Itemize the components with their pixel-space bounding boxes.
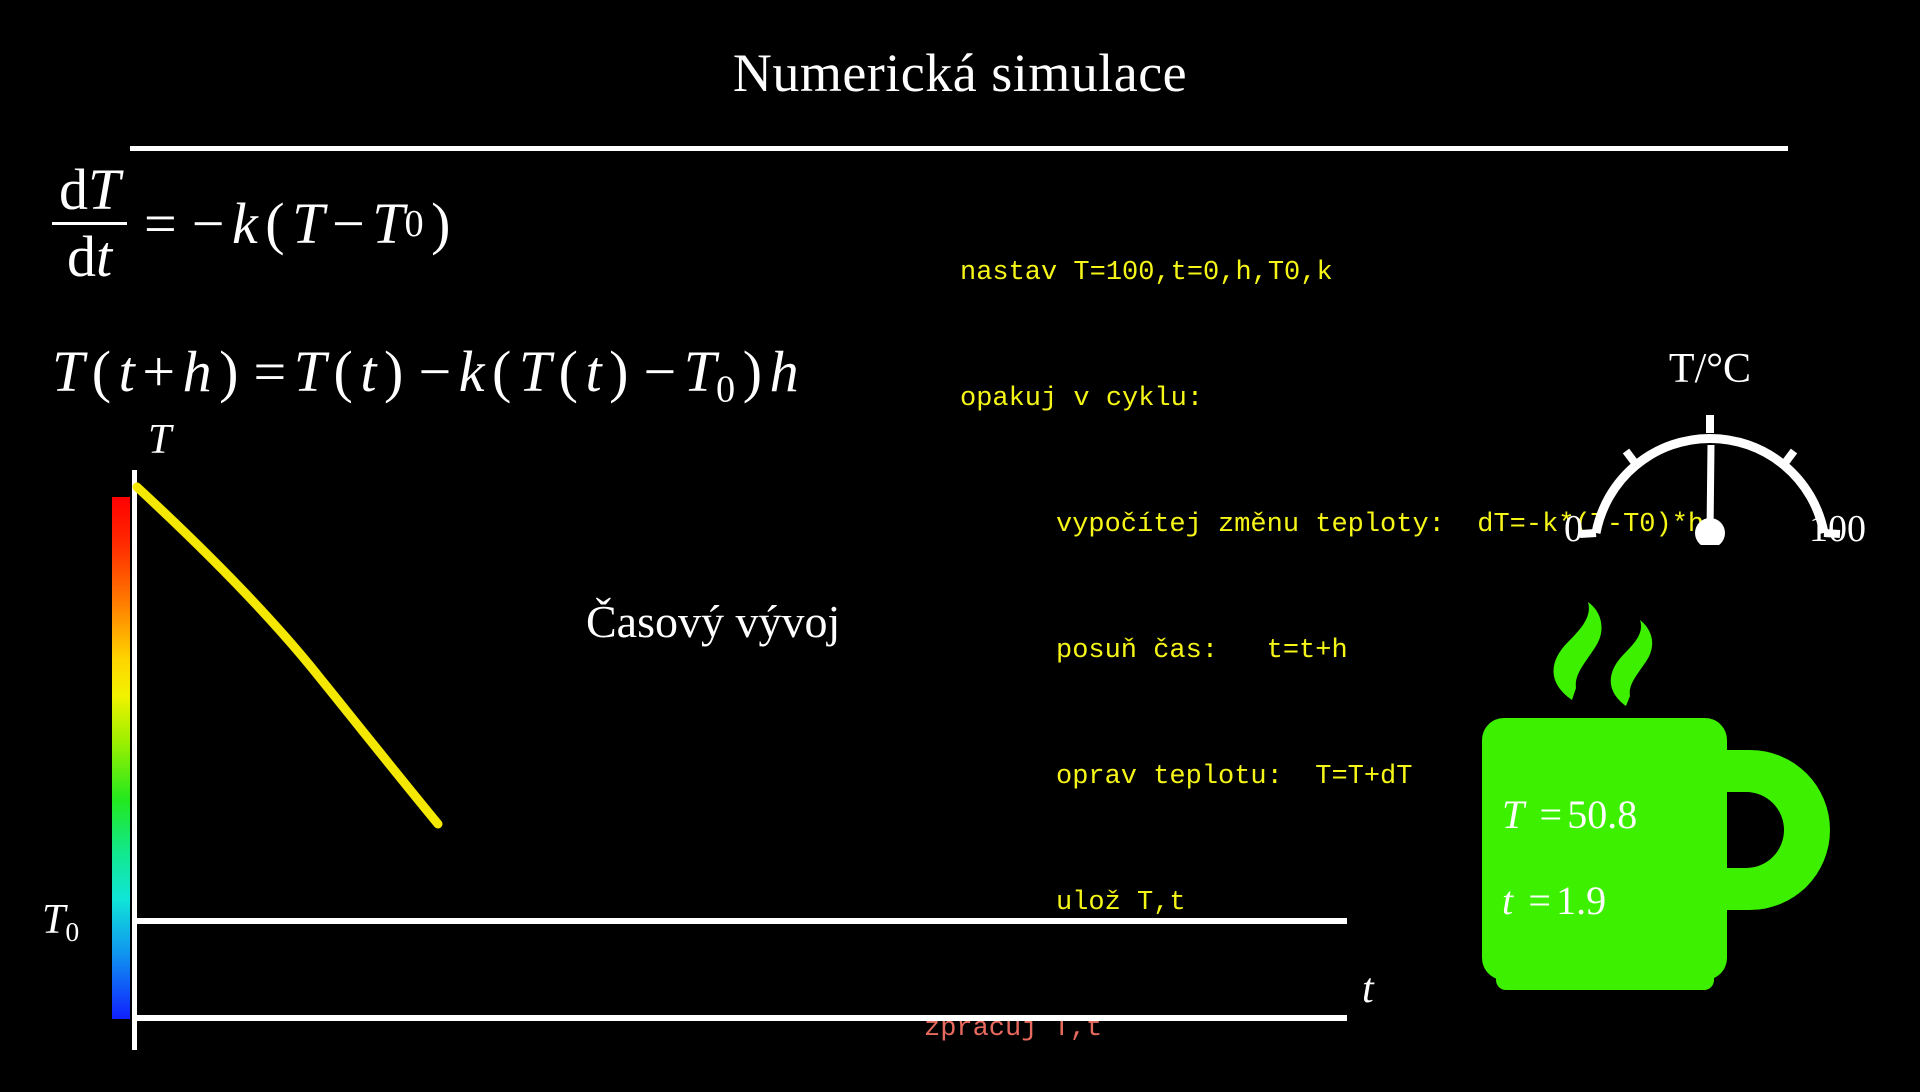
variable-T: T xyxy=(518,339,552,404)
variable-k: k xyxy=(458,339,485,404)
mug-readout: T = 50.8 t = 1.9 xyxy=(1502,772,1742,944)
gauge-min-label: 0 xyxy=(1564,508,1583,550)
variable-t: t xyxy=(360,339,377,404)
variable-T0: T xyxy=(372,191,405,257)
subscript-zero: 0 xyxy=(716,368,736,411)
fraction-dT-dt: dT dt xyxy=(52,157,128,288)
steam-curl-left-icon xyxy=(1553,602,1602,700)
mug-time-equals: = xyxy=(1528,878,1551,923)
coffee-mug-icon: T = 50.8 t = 1.9 xyxy=(1450,590,1870,1010)
close-paren: ) xyxy=(219,339,239,404)
open-paren: ( xyxy=(491,339,512,404)
title-divider xyxy=(130,146,1788,151)
variable-T0: T xyxy=(683,339,717,404)
variable-T: T xyxy=(52,339,85,404)
chart-caption: Časový vývoj xyxy=(586,596,841,647)
subscript-zero: 0 xyxy=(404,202,424,245)
mug-temp-symbol: T xyxy=(1502,792,1525,837)
cooling-curve-path xyxy=(132,482,443,829)
plus-sign: + xyxy=(142,339,176,404)
open-paren: ( xyxy=(558,339,578,404)
close-paren: ) xyxy=(431,191,451,257)
gauge-tick-75 xyxy=(1778,448,1798,470)
minus-sign: − xyxy=(418,339,452,404)
minus-sign: − xyxy=(191,191,225,257)
close-paren: ) xyxy=(742,339,763,404)
chart-curve xyxy=(132,482,443,829)
page-title: Numerická simulace xyxy=(732,43,1188,103)
temperature-gauge: T/°C 0 100 xyxy=(1540,345,1880,575)
equals-sign: = xyxy=(143,191,177,257)
steam-curl-right-icon xyxy=(1610,620,1653,706)
gauge-tick-25 xyxy=(1622,448,1642,470)
code-line: nastav T=100,t=0,h,T0,k xyxy=(960,258,1333,288)
mug-temp-value: 50.8 xyxy=(1567,792,1638,837)
variable-T: T xyxy=(293,339,326,404)
variable-T-numerator: T xyxy=(87,157,121,222)
open-paren: ( xyxy=(91,339,112,404)
mug-base xyxy=(1496,966,1714,990)
gauge-max-label: 100 xyxy=(1809,508,1866,550)
fraction-numerator: dT xyxy=(52,157,127,222)
close-paren: ) xyxy=(384,339,404,404)
variable-t: t xyxy=(118,339,135,404)
variable-t: t xyxy=(585,339,602,404)
variable-k: k xyxy=(232,191,258,257)
equation-differential: dT dt = − k ( T − T0 ) xyxy=(52,157,458,288)
equals-sign: = xyxy=(253,339,287,404)
differential-d-denominator: d xyxy=(67,224,97,290)
mug-time-symbol: t xyxy=(1502,878,1514,923)
gauge-title: T/°C xyxy=(1668,346,1752,392)
open-paren: ( xyxy=(265,191,285,257)
chart-axis-label-x: t xyxy=(1362,966,1374,1012)
mug-time-value: 1.9 xyxy=(1556,878,1607,923)
fraction-denominator: dt xyxy=(60,225,119,287)
equation-euler-step: T(t + h) = T(t) − k(T(t) − T0) h xyxy=(52,338,799,412)
mug-temp-equals: = xyxy=(1539,792,1562,837)
mug-readout-temperature: T = 50.8 xyxy=(1502,772,1742,858)
differential-d-numerator: d xyxy=(58,157,88,222)
minus-sign: − xyxy=(643,339,677,404)
close-paren: ) xyxy=(609,339,629,404)
variable-T: T xyxy=(292,191,325,257)
open-paren: ( xyxy=(333,339,353,404)
chart-axis-label-y-origin: T0 xyxy=(42,897,80,947)
variable-t-denominator: t xyxy=(96,224,113,290)
gauge-pivot xyxy=(1695,518,1725,545)
mug-readout-time: t = 1.9 xyxy=(1502,858,1742,944)
inner-minus-sign: − xyxy=(331,191,365,257)
temperature-chart: T T0 t Časový vývoj xyxy=(0,417,1450,1080)
chart-axis-label-y: T xyxy=(148,417,172,463)
variable-h: h xyxy=(182,339,212,404)
variable-h: h xyxy=(769,339,799,404)
